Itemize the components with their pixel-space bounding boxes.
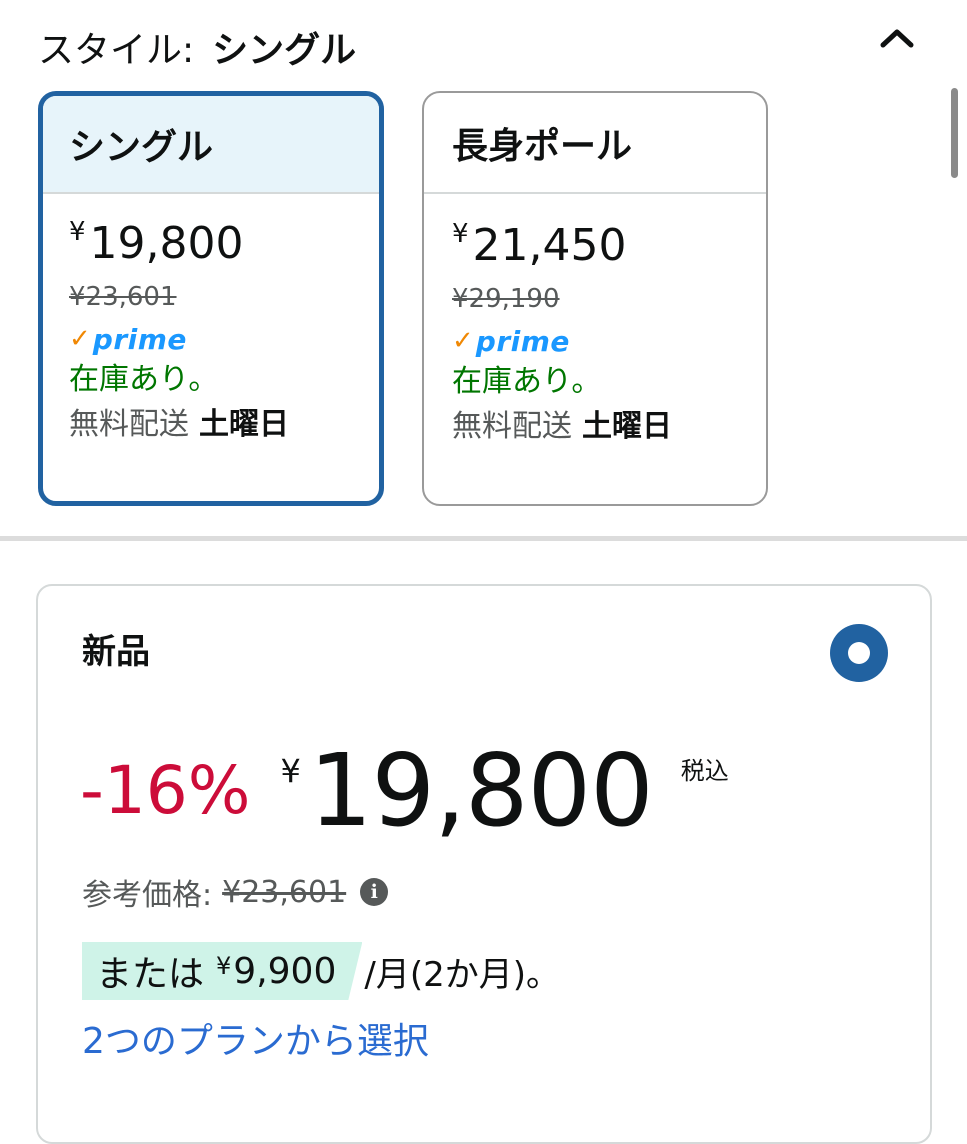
list-price: ¥29,190 xyxy=(452,284,560,314)
prime-check-icon: ✓ xyxy=(69,324,91,354)
reference-price: 参考価格: ¥23,601 i xyxy=(82,870,389,914)
installment-highlight: または ¥ 9,900 xyxy=(82,942,363,1000)
installment-term: /月(2か月)。 xyxy=(364,954,560,995)
prime-badge: ✓ prime xyxy=(69,320,379,358)
installment-prefix: または xyxy=(96,954,205,995)
offer-radio-button[interactable] xyxy=(830,624,888,682)
shipping-info: 無料配送 土曜日 xyxy=(452,404,766,450)
new-offer-card[interactable]: 新品 -16% ¥ 19,800 税込 参考価格: ¥23,601 i または … xyxy=(36,584,932,1144)
style-selector-header: スタイル: シングル xyxy=(38,20,356,74)
shipping-day: 土曜日 xyxy=(199,407,289,442)
currency-symbol: ¥ xyxy=(69,217,86,247)
currency-symbol: ¥ xyxy=(280,752,301,790)
style-option-single[interactable]: シングル ¥ 19,800 ¥23,601 ✓ prime 在庫あり。 無料配送… xyxy=(38,91,384,506)
tax-included-note: 税込 xyxy=(680,757,729,785)
currency-symbol: ¥ xyxy=(216,952,232,980)
reference-price-value: ¥23,601 xyxy=(222,874,347,910)
reference-price-label: 参考価格: xyxy=(82,878,213,913)
price-value: 19,800 xyxy=(89,218,244,269)
price-value: 19,800 xyxy=(308,732,654,849)
choose-plan-link[interactable]: 2つのプランから選択 xyxy=(82,1012,429,1064)
info-icon[interactable]: i xyxy=(360,878,389,906)
shipping-info: 無料配送 土曜日 xyxy=(69,402,379,448)
offer-condition-title: 新品 xyxy=(82,632,150,672)
style-option-tall-pole[interactable]: 長身ポール ¥ 21,450 ¥29,190 ✓ prime 在庫あり。 無料配… xyxy=(422,91,768,506)
installment-amount: 9,900 xyxy=(233,950,337,992)
prime-badge: ✓ prime xyxy=(452,322,766,360)
option-price: ¥ 21,450 xyxy=(452,216,766,276)
installment-offer: または ¥ 9,900 /月(2か月)。 xyxy=(82,942,560,1000)
selected-style-value: シングル xyxy=(212,30,357,71)
price-value: 21,450 xyxy=(472,220,627,271)
offer-price: -16% ¥ 19,800 税込 xyxy=(80,736,729,846)
prime-logo-text: prime xyxy=(92,322,187,356)
radio-selected-dot xyxy=(848,642,870,664)
chevron-up-icon[interactable] xyxy=(872,18,922,58)
prime-check-icon: ✓ xyxy=(452,326,474,356)
stock-status: 在庫あり。 xyxy=(69,362,219,397)
style-label: スタイル: xyxy=(38,30,195,71)
shipping-day: 土曜日 xyxy=(582,409,672,444)
list-price: ¥23,601 xyxy=(69,282,177,312)
scrollbar-thumb[interactable] xyxy=(951,88,958,178)
shipping-label: 無料配送 xyxy=(452,409,572,444)
currency-symbol: ¥ xyxy=(452,219,469,249)
discount-percent: -16% xyxy=(80,752,251,829)
option-name: 長身ポール xyxy=(424,93,766,194)
shipping-label: 無料配送 xyxy=(69,407,189,442)
prime-logo-text: prime xyxy=(475,324,570,358)
option-price: ¥ 19,800 xyxy=(69,214,379,274)
stock-status: 在庫あり。 xyxy=(452,364,602,399)
section-divider xyxy=(0,536,967,541)
option-name: シングル xyxy=(43,96,379,194)
